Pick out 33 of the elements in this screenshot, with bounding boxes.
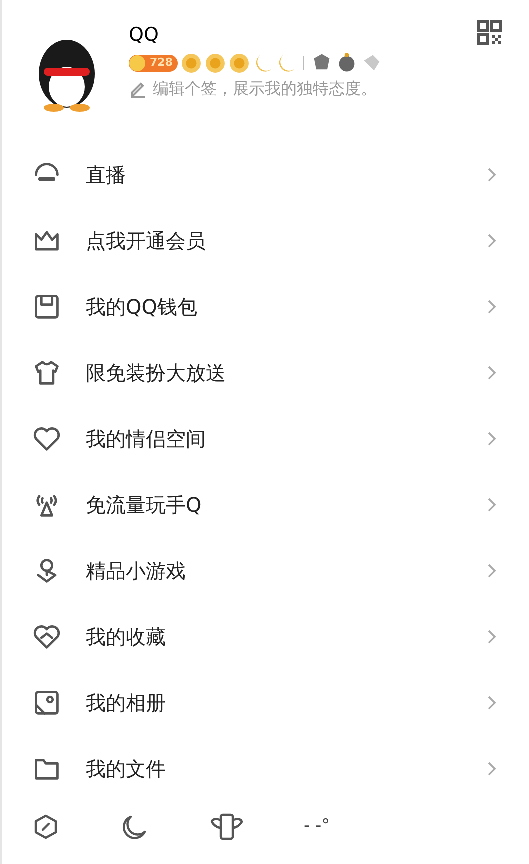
chevron-icon bbox=[487, 299, 497, 315]
menu-item[interactable]: 精品小游戏 bbox=[2, 538, 529, 604]
menu-item[interactable]: 免流量玩手Q bbox=[2, 472, 529, 538]
chevron-icon bbox=[487, 563, 497, 579]
chevron-icon bbox=[487, 497, 497, 513]
menu-item[interactable]: 我的文件 bbox=[2, 736, 529, 802]
hexagon-icon[interactable] bbox=[32, 813, 60, 841]
sun-icon bbox=[228, 52, 250, 74]
menu-item[interactable]: 直播 bbox=[2, 142, 529, 208]
sun-icon bbox=[180, 52, 202, 74]
chevron-icon bbox=[487, 629, 497, 645]
menu-item[interactable]: 我的情侣空间 bbox=[2, 406, 529, 472]
chevron-icon bbox=[487, 365, 497, 381]
menu-icon bbox=[32, 358, 62, 388]
menu-item[interactable]: 限免装扮大放送 bbox=[2, 340, 529, 406]
chevron-icon bbox=[487, 431, 497, 447]
menu-item[interactable]: 我的QQ钱包 bbox=[2, 274, 529, 340]
menu-icon bbox=[32, 688, 62, 718]
chevron-icon bbox=[487, 233, 497, 249]
user-name: QQ bbox=[129, 23, 160, 48]
chevron-icon bbox=[487, 167, 497, 183]
menu-item[interactable]: 我的收藏 bbox=[2, 604, 529, 670]
menu-icon bbox=[32, 292, 62, 322]
weather-text[interactable]: - -° bbox=[304, 814, 330, 840]
chevron-icon bbox=[487, 695, 497, 711]
pencil-icon bbox=[129, 80, 147, 98]
qr-code-icon[interactable] bbox=[477, 20, 503, 46]
chevron-icon bbox=[487, 761, 497, 777]
moon-icon[interactable] bbox=[120, 813, 148, 841]
menu-item[interactable]: 我的相册 bbox=[2, 670, 529, 736]
sun-icon bbox=[204, 52, 226, 74]
menu-item[interactable]: 点我开通会员 bbox=[2, 208, 529, 274]
phone-wings-icon[interactable] bbox=[210, 812, 244, 842]
